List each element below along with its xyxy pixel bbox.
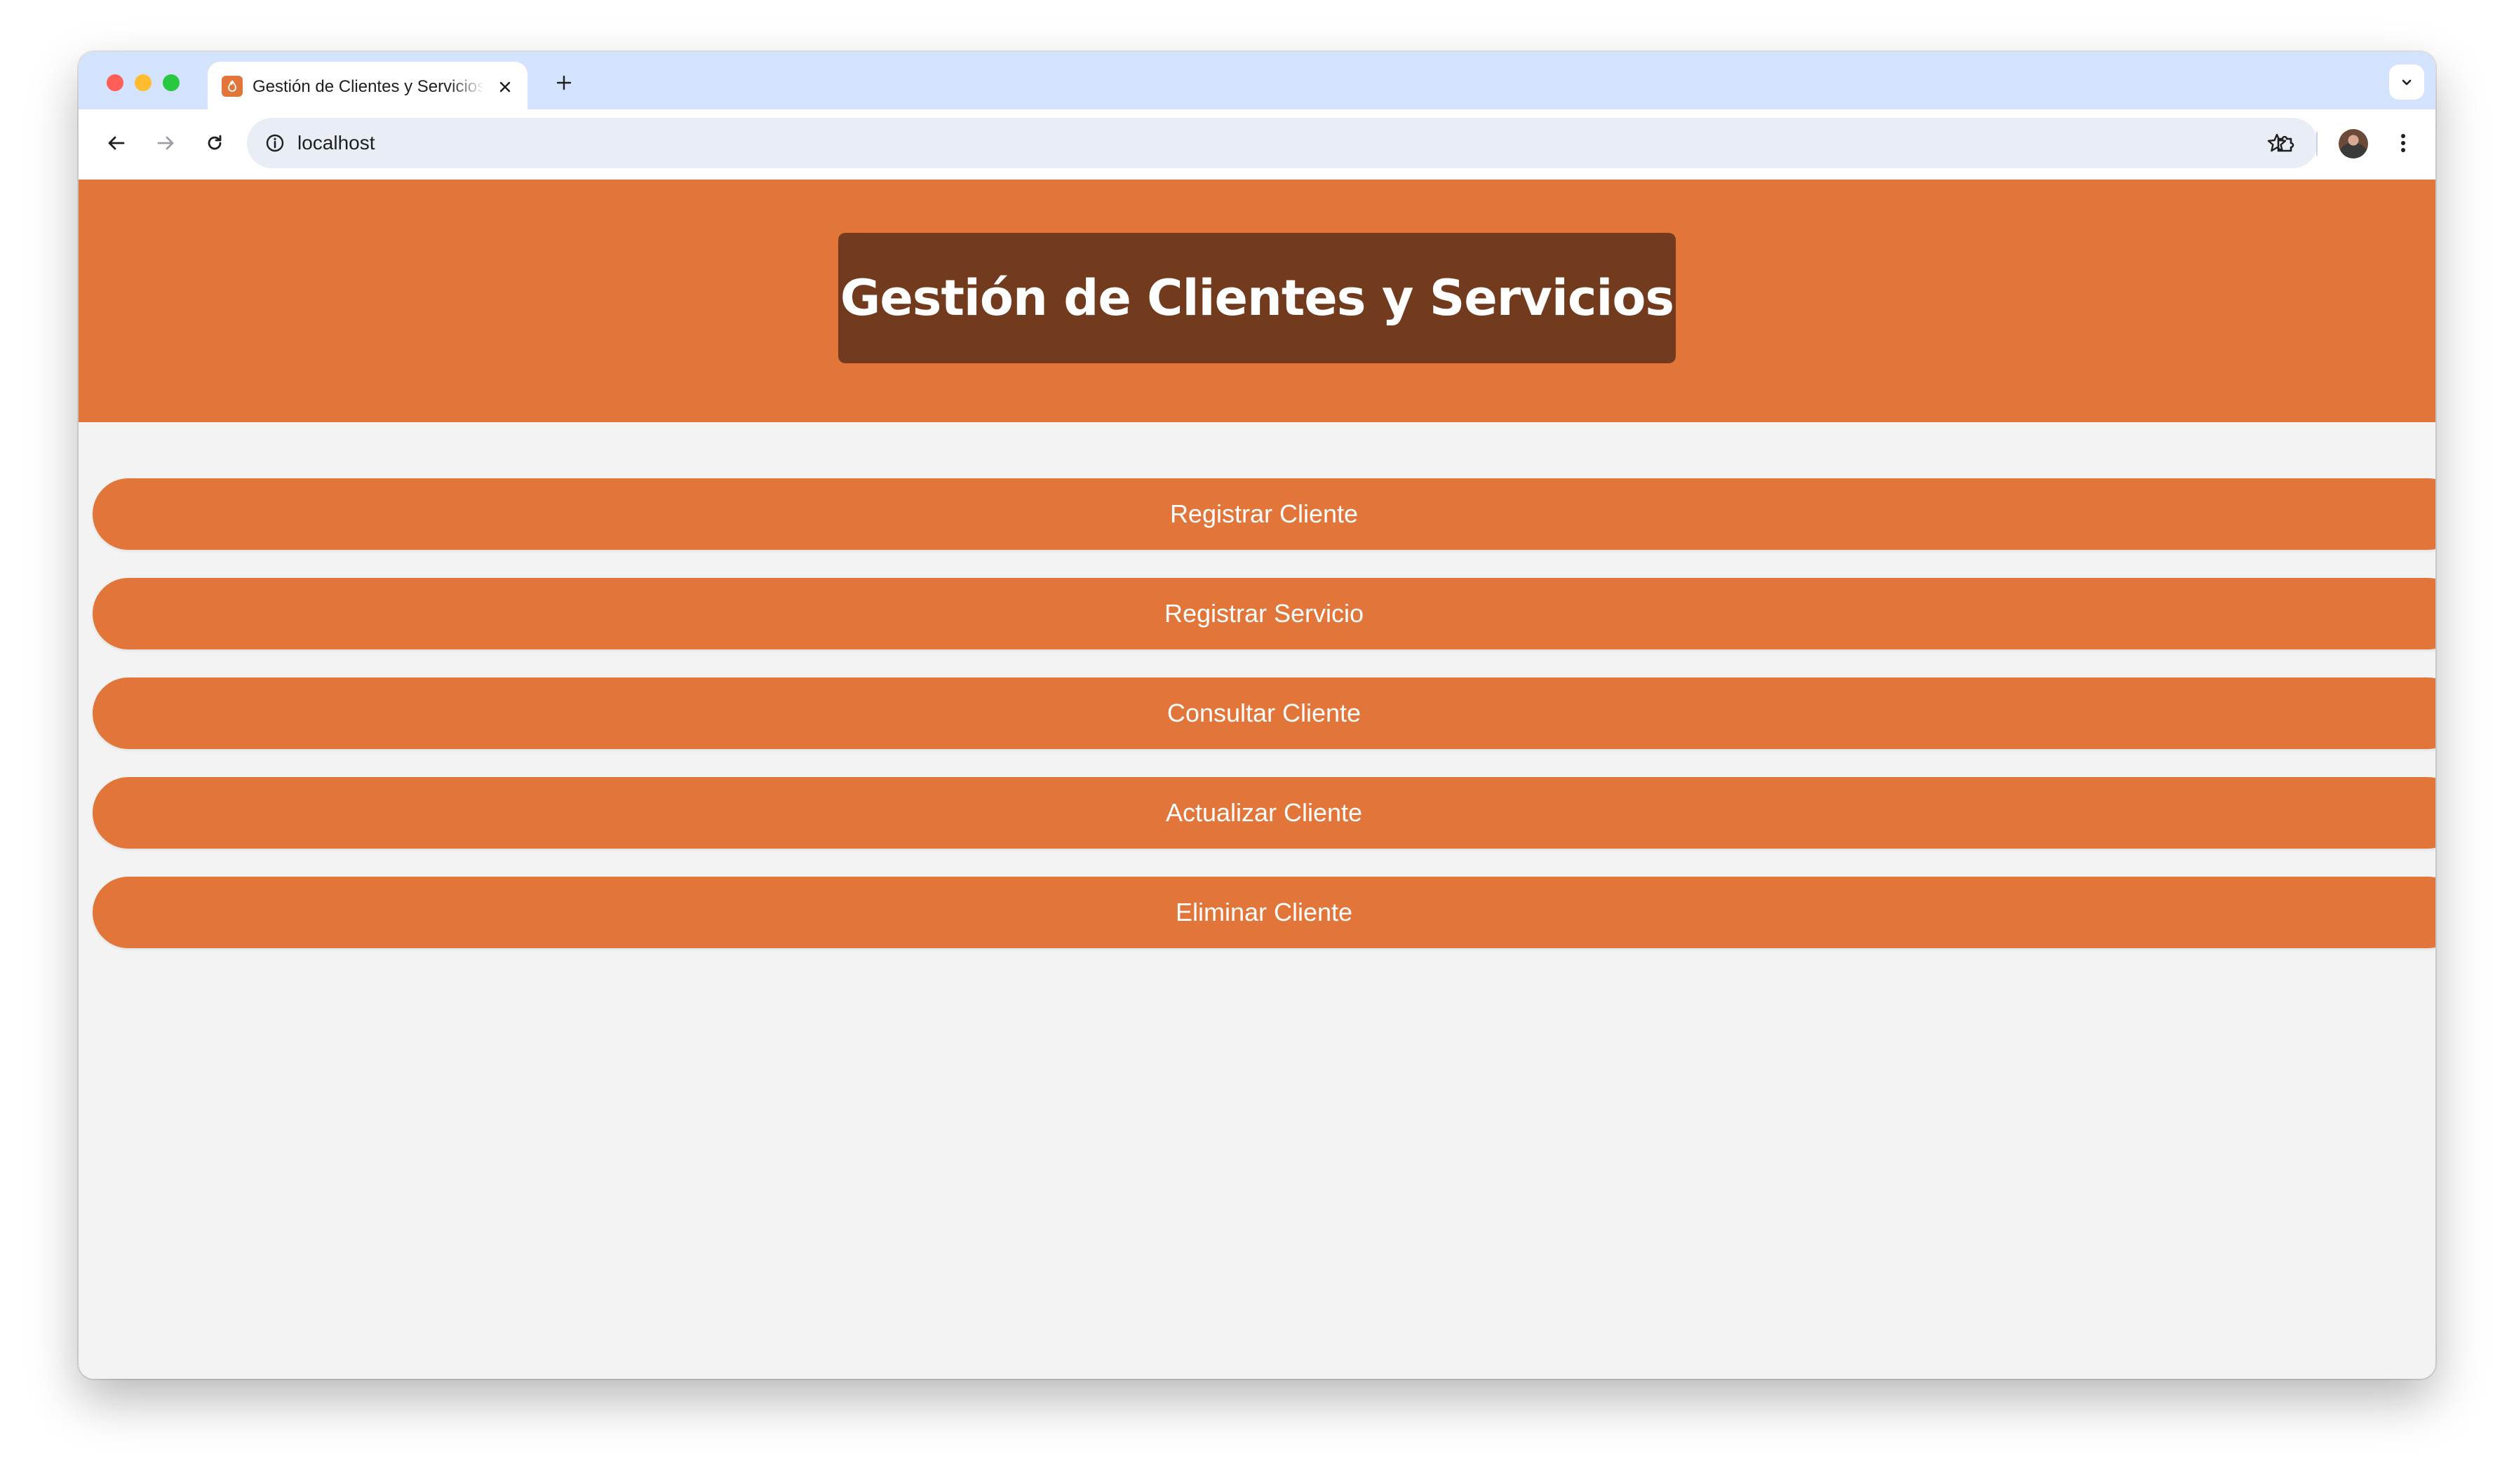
registrar-servicio-button[interactable]: Registrar Servicio <box>93 578 2435 649</box>
button-label: Eliminar Cliente <box>1175 898 1353 926</box>
tab-title: Gestión de Clientes y Servicios <box>253 77 484 96</box>
eliminar-cliente-button[interactable]: Eliminar Cliente <box>93 877 2435 948</box>
browser-window: Gestión de Clientes y Servicios localhos… <box>79 52 2435 1379</box>
profile-avatar[interactable] <box>2339 129 2368 158</box>
title-box: Gestión de Clientes y Servicios <box>838 233 1676 363</box>
minimize-window-button[interactable] <box>135 74 152 91</box>
tab-search-button[interactable] <box>2389 65 2424 100</box>
page-content: Gestión de Clientes y Servicios Registra… <box>79 180 2435 1379</box>
chevron-down-icon <box>2402 79 2412 86</box>
consultar-cliente-button[interactable]: Consultar Cliente <box>93 677 2435 749</box>
registrar-cliente-button[interactable]: Registrar Cliente <box>93 478 2435 550</box>
page-header: Gestión de Clientes y Servicios <box>79 180 2435 422</box>
more-options-icon[interactable] <box>2385 125 2421 161</box>
toolbar-divider <box>2316 132 2318 156</box>
button-label: Consultar Cliente <box>1167 699 1362 727</box>
flame-icon <box>222 76 243 97</box>
maximize-window-button[interactable] <box>163 74 180 91</box>
close-window-button[interactable] <box>107 74 123 91</box>
button-label: Registrar Servicio <box>1164 599 1364 628</box>
site-info-icon[interactable] <box>261 129 289 157</box>
back-icon[interactable] <box>98 125 135 161</box>
tab-strip: Gestión de Clientes y Servicios <box>79 52 2435 109</box>
reload-icon[interactable] <box>196 125 233 161</box>
new-tab-icon[interactable] <box>550 69 578 97</box>
actualizar-cliente-button[interactable]: Actualizar Cliente <box>93 777 2435 849</box>
extensions-icon[interactable] <box>2267 125 2304 161</box>
button-label: Actualizar Cliente <box>1165 798 1363 827</box>
url-text: localhost <box>297 132 375 154</box>
browser-tab[interactable]: Gestión de Clientes y Servicios <box>208 62 527 109</box>
button-label: Registrar Cliente <box>1169 499 1359 528</box>
forward-icon[interactable] <box>147 125 184 161</box>
address-bar[interactable]: localhost <box>247 118 2318 168</box>
page-title: Gestión de Clientes y Servicios <box>840 269 1674 327</box>
tab-close-icon[interactable] <box>495 77 515 97</box>
browser-toolbar: localhost <box>79 109 2435 180</box>
